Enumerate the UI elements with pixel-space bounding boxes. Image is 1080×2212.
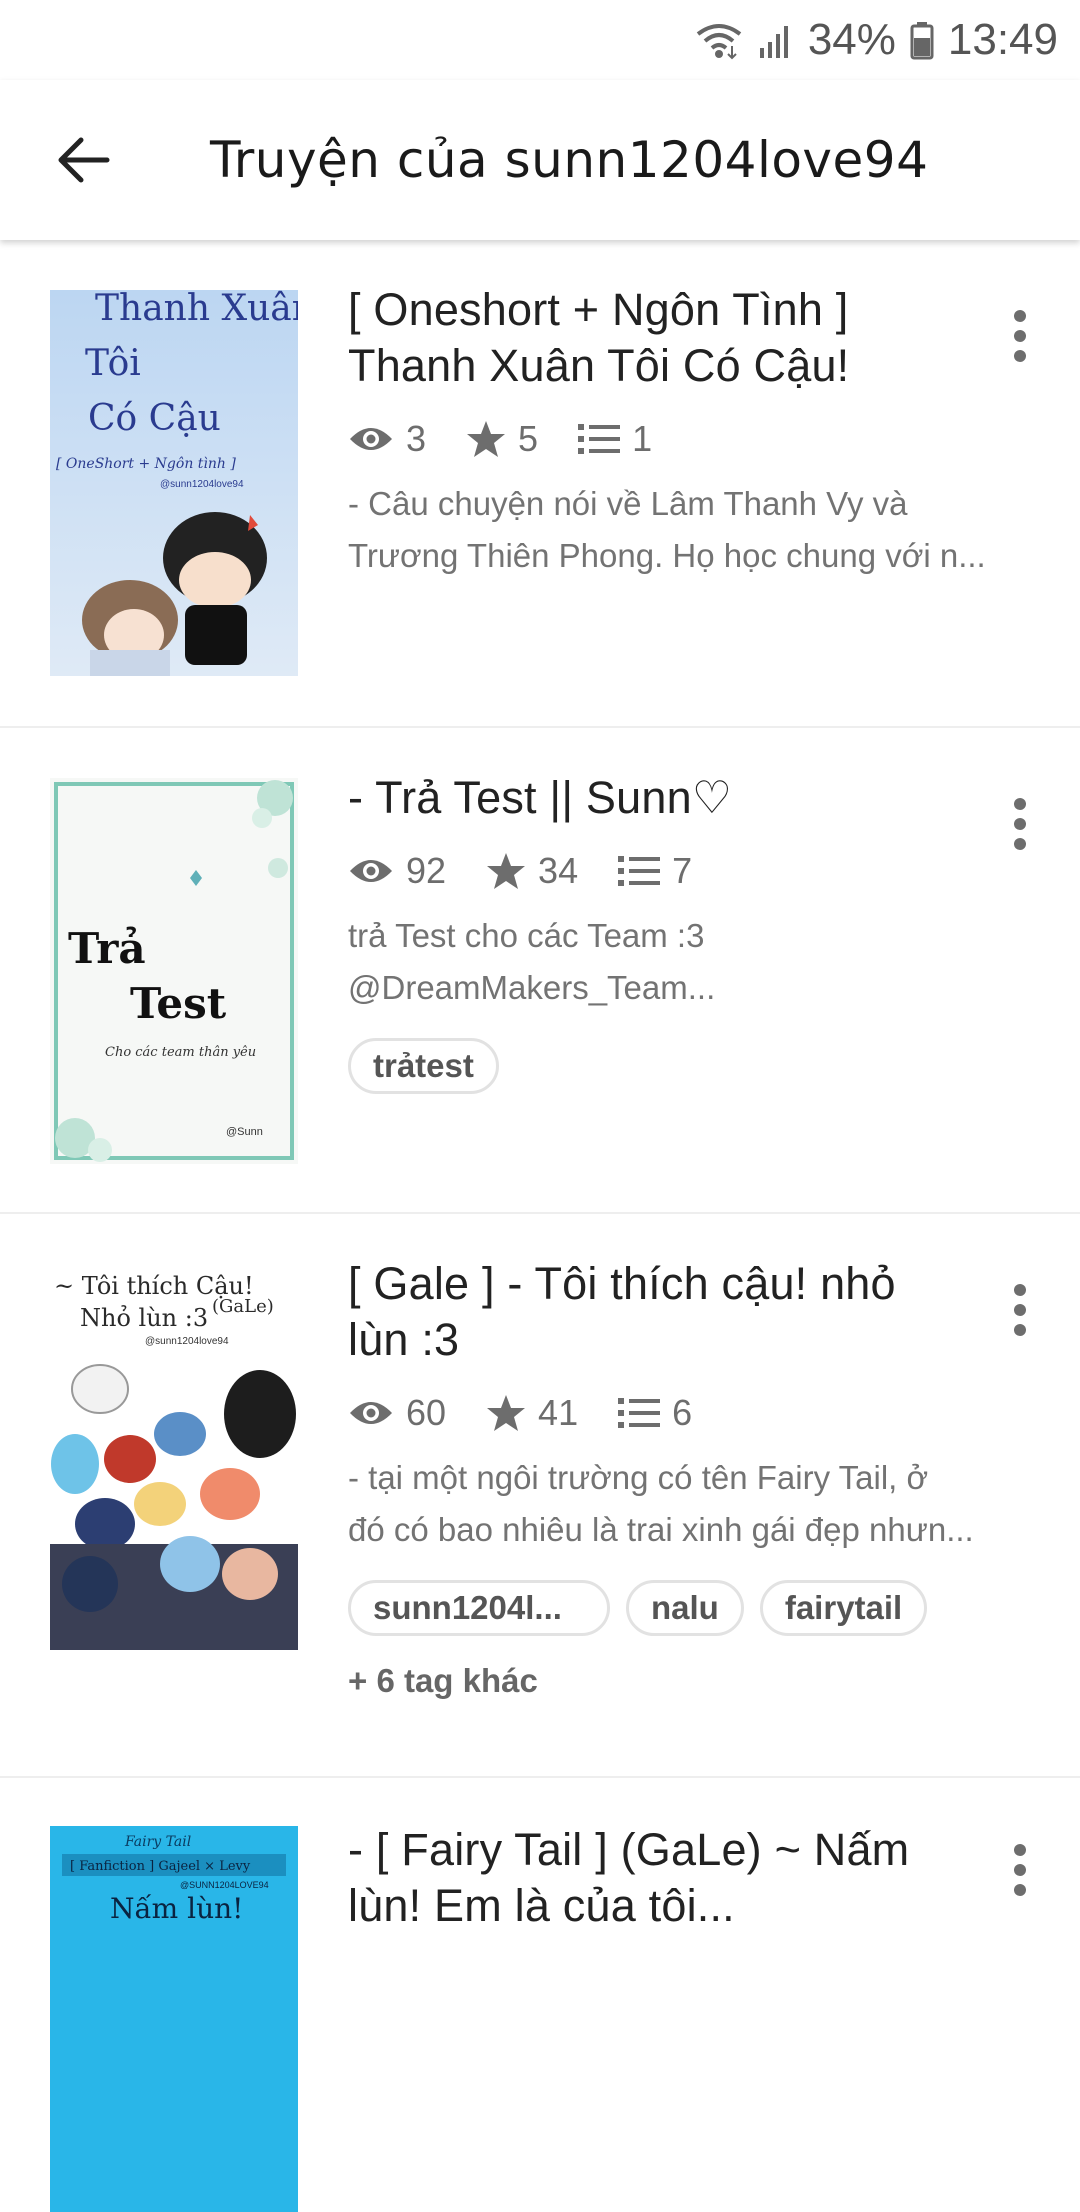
story-menu-button[interactable] bbox=[990, 1830, 1050, 1910]
svg-text:@sunn1204love94: @sunn1204love94 bbox=[160, 479, 244, 490]
story-stats: 92 34 7 bbox=[348, 846, 1008, 896]
eye-icon bbox=[350, 860, 392, 882]
list-icon bbox=[618, 1398, 661, 1428]
svg-text:@sunn1204love94: @sunn1204love94 bbox=[145, 1336, 229, 1347]
story-title[interactable]: - Trả Test || Sunn♡ bbox=[348, 770, 1008, 826]
story-description: - tại một ngôi trường có tên Fairy Tail,… bbox=[348, 1459, 974, 1548]
views-count: 3 bbox=[406, 418, 427, 459]
star-icon bbox=[487, 853, 526, 889]
battery-percent: 34% bbox=[807, 15, 896, 64]
back-button[interactable] bbox=[44, 120, 124, 200]
story-menu-button[interactable] bbox=[990, 784, 1050, 864]
story-stats: 60 41 6 bbox=[348, 1388, 1008, 1438]
story-body: - Trả Test || Sunn♡ 92 34 7 trả Test cho… bbox=[348, 770, 1008, 1094]
story-cover[interactable]: Fairy Tail [ Fanfiction ] Gajeel × Levy … bbox=[50, 1826, 298, 2212]
parts-count: 6 bbox=[672, 1392, 693, 1433]
vertical-dots-icon bbox=[1014, 310, 1026, 362]
story-cover[interactable]: Thanh Xuân Tôi Có Cậu [ OneShort + Ngôn … bbox=[50, 290, 298, 676]
story-menu-button[interactable] bbox=[990, 296, 1050, 376]
battery-icon bbox=[910, 20, 934, 60]
story-item[interactable]: Trả Test Cho các team thân yêu @Sunn - T… bbox=[0, 728, 1080, 1214]
story-item[interactable]: Thanh Xuân Tôi Có Cậu [ OneShort + Ngôn … bbox=[0, 240, 1080, 728]
svg-text:Nấm lùn!: Nấm lùn! bbox=[110, 1892, 243, 1925]
tag-chip[interactable]: sunn1204l... bbox=[348, 1580, 610, 1636]
eye-icon bbox=[350, 1402, 392, 1424]
story-menu-button[interactable] bbox=[990, 1270, 1050, 1350]
story-title[interactable]: [ Gale ] - Tôi thích cậu! nhỏ lùn :3 bbox=[348, 1256, 1008, 1368]
story-description: - Câu chuyện nói về Lâm Thanh Vy và Trươ… bbox=[348, 485, 986, 574]
star-icon bbox=[487, 1395, 526, 1431]
svg-text:Trả: Trả bbox=[68, 924, 146, 973]
svg-text:[ Fanfiction ] Gajeel × Levy: [ Fanfiction ] Gajeel × Levy bbox=[70, 1859, 251, 1874]
parts-stat: 7 bbox=[618, 850, 692, 892]
views-stat: 3 bbox=[348, 418, 426, 460]
views-stat: 60 bbox=[348, 1392, 446, 1434]
list-icon bbox=[618, 856, 661, 886]
svg-text:Cho các team thân yêu: Cho các team thân yêu bbox=[105, 1045, 256, 1060]
story-body: [ Gale ] - Tôi thích cậu! nhỏ lùn :3 60 … bbox=[348, 1256, 1008, 1700]
app-bar: Truyện của sunn1204love94 bbox=[0, 80, 1080, 240]
svg-text:Thanh Xuân: Thanh Xuân bbox=[95, 290, 298, 329]
views-count: 92 bbox=[406, 850, 447, 891]
svg-text:[ OneShort + Ngôn tình ]: [ OneShort + Ngôn tình ] bbox=[56, 456, 236, 472]
votes-stat: 41 bbox=[486, 1392, 578, 1434]
star-icon bbox=[467, 421, 506, 457]
wifi-icon bbox=[694, 20, 744, 60]
story-cover[interactable]: Trả Test Cho các team thân yêu @Sunn bbox=[50, 778, 298, 1164]
more-tags-link[interactable]: + 6 tag khác bbox=[348, 1662, 1008, 1700]
story-cover[interactable]: ~ Tôi thích Cậu! Nhỏ lùn :3 (GaLe) @sunn… bbox=[50, 1264, 298, 1650]
svg-text:Có Cậu: Có Cậu bbox=[88, 398, 221, 439]
page-title: Truyện của sunn1204love94 bbox=[210, 131, 929, 189]
eye-icon bbox=[350, 428, 392, 450]
tag-chip[interactable]: fairytail bbox=[759, 1580, 928, 1636]
arrow-left-icon bbox=[58, 137, 110, 183]
status-bar: 34% 13:49 bbox=[0, 0, 1080, 80]
votes-stat: 34 bbox=[486, 850, 578, 892]
parts-count: 7 bbox=[672, 850, 693, 891]
vertical-dots-icon bbox=[1014, 798, 1026, 850]
list-icon bbox=[578, 424, 621, 454]
parts-stat: 6 bbox=[618, 1392, 692, 1434]
views-stat: 92 bbox=[348, 850, 446, 892]
story-body: - [ Fairy Tail ] (GaLe) ~ Nấm lùn! Em là… bbox=[348, 1822, 1008, 1934]
story-body: [ Oneshort + Ngôn Tình ] Thanh Xuân Tôi … bbox=[348, 282, 1008, 582]
story-title[interactable]: - [ Fairy Tail ] (GaLe) ~ Nấm lùn! Em là… bbox=[348, 1822, 1008, 1934]
story-tags: trảtest bbox=[348, 1038, 1008, 1094]
vertical-dots-icon bbox=[1014, 1844, 1026, 1896]
story-item[interactable]: Fairy Tail [ Fanfiction ] Gajeel × Levy … bbox=[0, 1778, 1080, 2212]
svg-text:Test: Test bbox=[130, 979, 227, 1028]
votes-count: 34 bbox=[538, 850, 579, 891]
views-count: 60 bbox=[406, 1392, 447, 1433]
story-title[interactable]: [ Oneshort + Ngôn Tình ] Thanh Xuân Tôi … bbox=[348, 282, 1008, 394]
vertical-dots-icon bbox=[1014, 1284, 1026, 1336]
svg-text:@Sunn: @Sunn bbox=[226, 1126, 263, 1138]
story-stats: 3 5 1 bbox=[348, 414, 1008, 464]
signal-icon bbox=[758, 20, 794, 60]
story-item[interactable]: ~ Tôi thích Cậu! Nhỏ lùn :3 (GaLe) @sunn… bbox=[0, 1214, 1080, 1778]
svg-text:(GaLe): (GaLe) bbox=[212, 1296, 274, 1317]
svg-text:Nhỏ lùn :3: Nhỏ lùn :3 bbox=[80, 1304, 208, 1332]
svg-text:Tôi: Tôi bbox=[85, 343, 141, 384]
tag-chip[interactable]: nalu bbox=[626, 1580, 744, 1636]
parts-stat: 1 bbox=[578, 418, 652, 460]
tag-chip[interactable]: trảtest bbox=[348, 1038, 499, 1094]
story-description: trả Test cho các Team :3 @DreamMakers_Te… bbox=[348, 917, 716, 1006]
votes-count: 5 bbox=[518, 418, 539, 459]
votes-count: 41 bbox=[538, 1392, 579, 1433]
clock: 13:49 bbox=[947, 15, 1058, 64]
votes-stat: 5 bbox=[466, 418, 538, 460]
svg-text:@SUNN1204LOVE94: @SUNN1204LOVE94 bbox=[180, 1880, 269, 1890]
parts-count: 1 bbox=[632, 418, 653, 459]
svg-text:Fairy Tail: Fairy Tail bbox=[124, 1834, 191, 1850]
story-tags: sunn1204l... nalu fairytail bbox=[348, 1580, 1008, 1636]
story-list: Thanh Xuân Tôi Có Cậu [ OneShort + Ngôn … bbox=[0, 240, 1080, 2212]
